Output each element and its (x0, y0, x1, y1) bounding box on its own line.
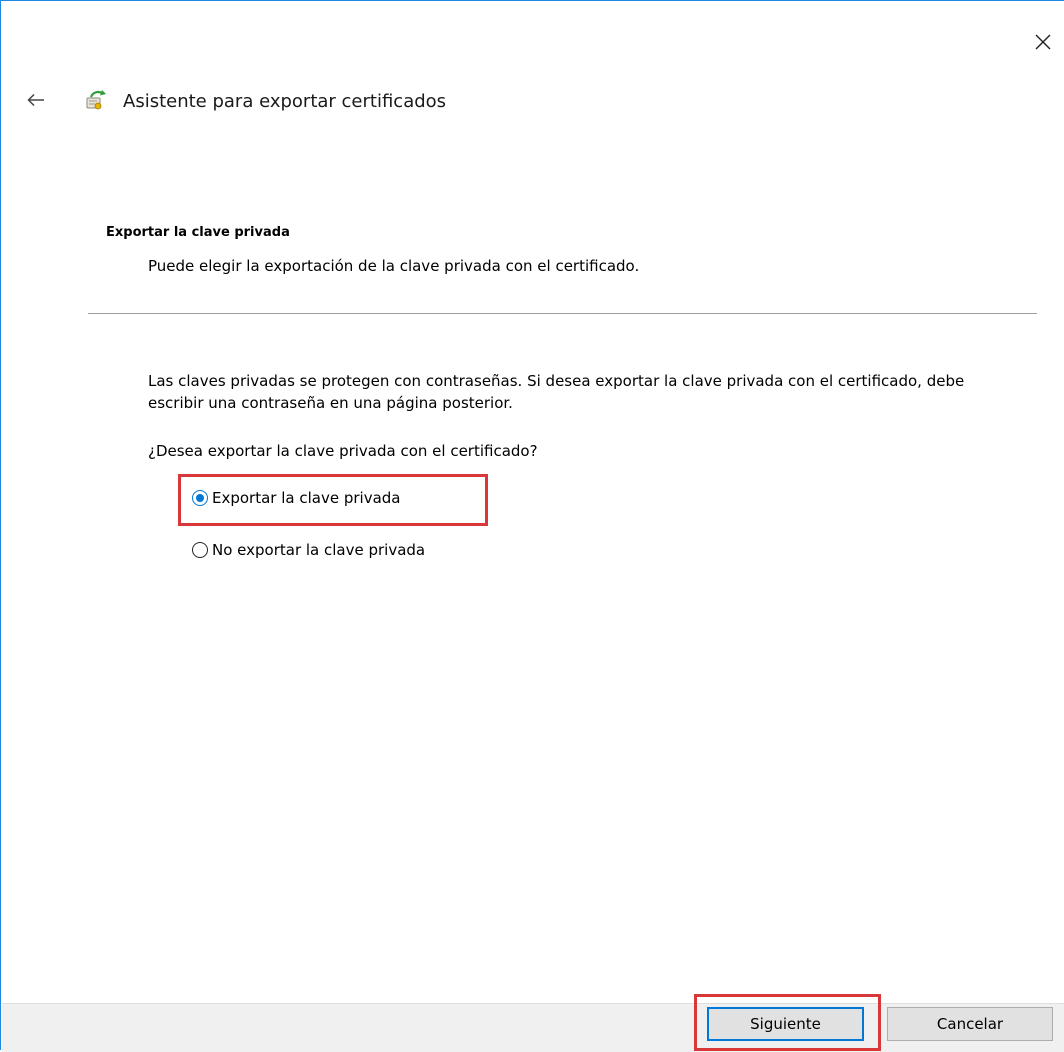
radio-no-export-label[interactable]: No exportar la clave privada (212, 541, 425, 559)
close-button[interactable] (1028, 27, 1058, 57)
radio-button-unchecked[interactable] (192, 542, 208, 558)
header-divider (88, 313, 1037, 314)
section-subtitle: Puede elegir la exportación de la clave … (148, 257, 640, 275)
cancel-button[interactable]: Cancelar (887, 1007, 1053, 1041)
back-arrow-icon (27, 93, 44, 107)
radio-selected-dot (196, 494, 204, 502)
radio-export-private-key[interactable]: Exportar la clave privada (192, 489, 400, 507)
next-button[interactable]: Siguiente (707, 1007, 864, 1041)
back-button[interactable] (25, 89, 47, 111)
export-wizard-window: Asistente para exportar certificados Exp… (0, 0, 1064, 1052)
description-text: Las claves privadas se protegen con cont… (148, 372, 965, 412)
radio-no-export-private-key[interactable]: No exportar la clave privada (192, 541, 425, 559)
wizard-title: Asistente para exportar certificados (123, 91, 447, 112)
close-icon (1035, 34, 1051, 50)
section-heading: Exportar la clave privada (106, 225, 290, 240)
export-question: ¿Desea exportar la clave privada con el … (148, 442, 538, 460)
radio-export-label[interactable]: Exportar la clave privada (212, 489, 400, 507)
certificate-wizard-icon (86, 90, 106, 110)
radio-button-checked[interactable] (192, 490, 208, 506)
